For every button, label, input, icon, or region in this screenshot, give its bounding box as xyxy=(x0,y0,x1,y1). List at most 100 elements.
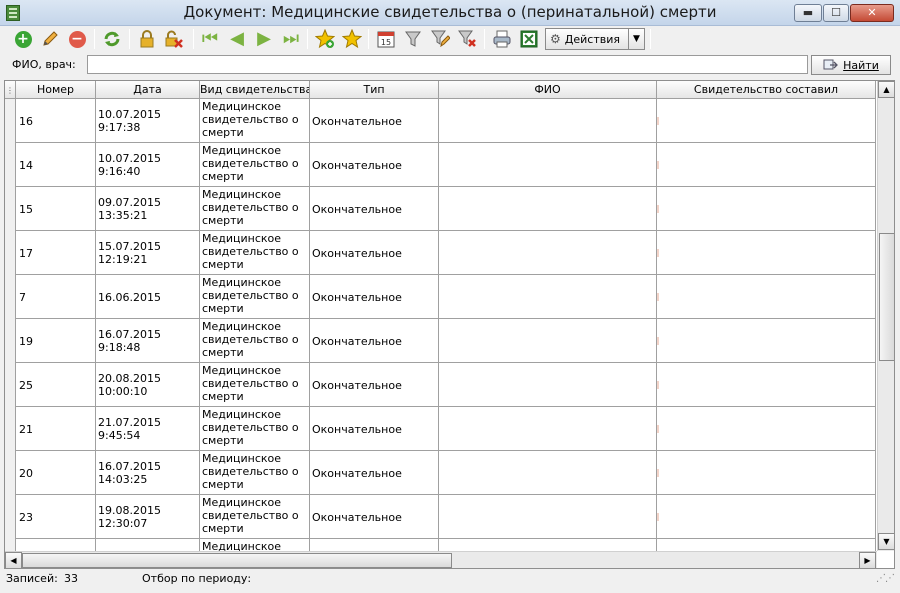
cell-author[interactable] xyxy=(657,143,876,187)
cell-author[interactable] xyxy=(657,363,876,407)
table-row[interactable]: 19 16.07.2015 9:18:48 Медицинское свидетел… xyxy=(5,319,876,363)
cell-fio[interactable] xyxy=(439,407,657,451)
cell-date[interactable]: 16.07.2015 9:18:48 xyxy=(96,319,200,363)
cell-type[interactable]: Окончательное xyxy=(310,407,439,451)
cell-type[interactable]: Окончательное xyxy=(310,231,439,275)
cell-date[interactable]: 16.06.2015 xyxy=(96,275,200,319)
column-header-kind[interactable]: Вид свидетельства xyxy=(200,81,310,99)
close-button[interactable]: ✕ xyxy=(850,4,894,22)
scroll-down-icon[interactable]: ▼ xyxy=(878,533,894,550)
scroll-right-icon[interactable]: ▶ xyxy=(859,552,876,568)
cell-date[interactable]: 20.08.2015 10:00:10 xyxy=(96,363,200,407)
filter-clear-icon[interactable] xyxy=(456,28,478,50)
column-header-fio[interactable]: ФИО xyxy=(439,81,657,99)
next-icon[interactable]: ▶ xyxy=(253,28,275,50)
find-button[interactable]: Найти xyxy=(811,55,891,75)
cell-number[interactable]: 25 xyxy=(16,363,96,407)
cell-kind[interactable]: Медицинское свидетельство о смерти xyxy=(200,363,310,407)
cell-fio[interactable] xyxy=(439,275,657,319)
excel-icon[interactable] xyxy=(518,28,540,50)
vertical-scroll-thumb[interactable] xyxy=(879,233,894,361)
favorites-icon[interactable] xyxy=(341,28,363,50)
cell-date[interactable]: 15.07.2015 12:19:21 xyxy=(96,231,200,275)
cell-fio[interactable] xyxy=(439,231,657,275)
minimize-button[interactable]: ▬ xyxy=(794,4,822,22)
cell-author[interactable] xyxy=(657,99,876,143)
table-row[interactable]: 23 19.08.2015 12:30:07 Медицинское свидете… xyxy=(5,495,876,539)
refresh-icon[interactable] xyxy=(101,28,123,50)
calendar-icon[interactable]: 15 xyxy=(375,28,397,50)
cell-date[interactable]: 09.07.2015 13:35:21 xyxy=(96,187,200,231)
cell-kind[interactable]: Медицинское свидетельство о смерти xyxy=(200,187,310,231)
first-icon[interactable]: ⏮ xyxy=(199,28,221,50)
horizontal-scrollbar[interactable]: ◀ ▶ xyxy=(5,551,877,568)
filter-icon[interactable] xyxy=(402,28,424,50)
cell-number[interactable]: 23 xyxy=(16,495,96,539)
maximize-button[interactable]: ☐ xyxy=(823,4,849,22)
actions-button[interactable]: ⚙ Действия xyxy=(545,28,629,50)
cell-author[interactable] xyxy=(657,231,876,275)
cell-kind[interactable]: Медицинское свидетельство о смерти xyxy=(200,319,310,363)
cell-date[interactable]: 10.07.2015 9:16:40 xyxy=(96,143,200,187)
cell-fio[interactable] xyxy=(439,99,657,143)
table-row[interactable]: 14 10.07.2015 9:16:40 Медицинское свидетел… xyxy=(5,143,876,187)
cell-author[interactable] xyxy=(657,495,876,539)
print-icon[interactable] xyxy=(491,28,513,50)
cell-type[interactable]: Окончательное xyxy=(310,99,439,143)
table-row[interactable]: 16 10.07.2015 9:17:38 Медицинское свидетел… xyxy=(5,99,876,143)
column-header-date[interactable]: Дата xyxy=(96,81,200,99)
cell-author[interactable] xyxy=(657,451,876,495)
last-icon[interactable]: ⏭ xyxy=(280,28,302,50)
edit-icon[interactable] xyxy=(39,28,61,50)
column-header-number[interactable]: Номер xyxy=(16,81,96,99)
cell-fio[interactable] xyxy=(439,187,657,231)
cell-kind[interactable]: Медицинское свидетельство о смерти xyxy=(200,407,310,451)
cell-number[interactable]: 7 xyxy=(16,275,96,319)
cell-author[interactable] xyxy=(657,407,876,451)
resize-grip-icon[interactable]: ⋰⋰ xyxy=(876,573,895,584)
table-row[interactable]: 7 16.06.2015 Медицинское свидетельство о с… xyxy=(5,275,876,319)
cell-kind[interactable]: Медицинское свидетельство о смерти xyxy=(200,143,310,187)
cell-number[interactable]: 14 xyxy=(16,143,96,187)
grid-corner[interactable]: ⋮ xyxy=(5,81,16,99)
cell-date[interactable]: 16.07.2015 14:03:25 xyxy=(96,451,200,495)
cell-number[interactable]: 19 xyxy=(16,319,96,363)
cell-number[interactable]: 16 xyxy=(16,99,96,143)
cell-author[interactable] xyxy=(657,187,876,231)
cell-number[interactable]: 20 xyxy=(16,451,96,495)
table-row[interactable]: 15 09.07.2015 13:35:21 Медицинское свидете… xyxy=(5,187,876,231)
cell-type[interactable]: Окончательное xyxy=(310,319,439,363)
cell-number[interactable]: 17 xyxy=(16,231,96,275)
lock-icon[interactable] xyxy=(136,28,158,50)
table-row[interactable]: 17 15.07.2015 12:19:21 Медицинское свидете… xyxy=(5,231,876,275)
cell-type[interactable]: Окончательное xyxy=(310,451,439,495)
cell-kind[interactable]: Медицинское свидетельство о смерти xyxy=(200,99,310,143)
cell-fio[interactable] xyxy=(439,451,657,495)
cell-author[interactable] xyxy=(657,319,876,363)
scroll-up-icon[interactable]: ▲ xyxy=(878,81,894,98)
cell-kind[interactable]: Медицинское свидетельство о смерти xyxy=(200,231,310,275)
cell-type[interactable]: Окончательное xyxy=(310,187,439,231)
horizontal-scroll-thumb[interactable] xyxy=(22,553,452,568)
cell-date[interactable]: 21.07.2015 9:45:54 xyxy=(96,407,200,451)
cell-author[interactable] xyxy=(657,275,876,319)
unlock-delete-icon[interactable] xyxy=(163,28,185,50)
cell-fio[interactable] xyxy=(439,363,657,407)
actions-dropdown-button[interactable]: ▼ xyxy=(629,28,645,50)
add-favorite-icon[interactable] xyxy=(314,28,336,50)
cell-type[interactable]: Окончательное xyxy=(310,495,439,539)
cell-number[interactable]: 21 xyxy=(16,407,96,451)
search-input[interactable] xyxy=(87,55,808,74)
cell-date[interactable]: 19.08.2015 12:30:07 xyxy=(96,495,200,539)
column-header-author[interactable]: Свидетельство составил xyxy=(657,81,876,99)
table-row[interactable]: 25 20.08.2015 10:00:10 Медицинское свидете… xyxy=(5,363,876,407)
cell-date[interactable]: 10.07.2015 9:17:38 xyxy=(96,99,200,143)
cell-number[interactable]: 15 xyxy=(16,187,96,231)
delete-icon[interactable]: − xyxy=(66,28,88,50)
cell-kind[interactable]: Медицинское свидетельство о смерти xyxy=(200,275,310,319)
cell-fio[interactable] xyxy=(439,143,657,187)
table-row[interactable]: 21 21.07.2015 9:45:54 Медицинское свидетел… xyxy=(5,407,876,451)
prev-icon[interactable]: ◀ xyxy=(226,28,248,50)
filter-edit-icon[interactable] xyxy=(429,28,451,50)
vertical-scrollbar[interactable]: ▲ ▼ xyxy=(877,81,894,551)
